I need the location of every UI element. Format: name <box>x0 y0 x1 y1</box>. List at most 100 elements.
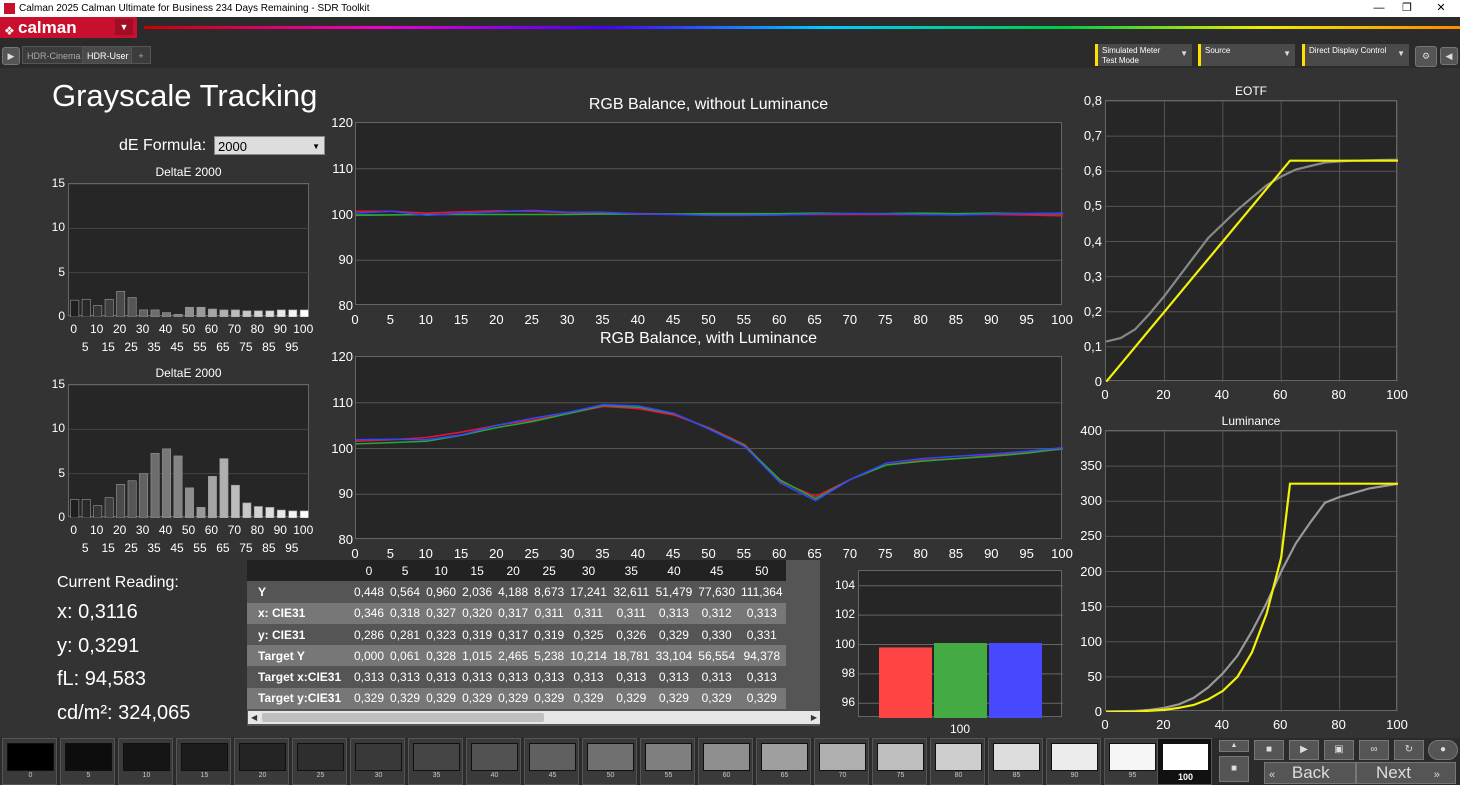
patch-label: 30 <box>374 772 383 779</box>
stop-icon[interactable]: ■ <box>1254 740 1284 760</box>
de-formula-select[interactable]: 2000 ▼ <box>214 136 325 155</box>
y-tick-label: 10 <box>51 220 65 235</box>
chart-title: EOTF <box>1235 84 1267 98</box>
y-tick-label: 0,5 <box>1083 198 1102 214</box>
table-cell: 0,313 <box>652 602 696 624</box>
patch-15[interactable]: 15 <box>176 738 231 785</box>
patch-label: 80 <box>954 772 963 779</box>
stop-patch-icon[interactable]: ■ <box>1219 756 1249 782</box>
bar-30 <box>139 309 149 317</box>
bar-35 <box>150 309 160 317</box>
table-cell: 0,329 <box>652 687 696 710</box>
y-tick-label: 0,1 <box>1083 338 1102 354</box>
logo-dropdown-icon[interactable]: ▼ <box>115 19 133 35</box>
bar-60 <box>208 308 217 317</box>
next-button[interactable]: Next » <box>1356 762 1456 784</box>
record-icon[interactable]: ● <box>1428 740 1458 760</box>
patch-80[interactable]: 80 <box>930 738 985 785</box>
luminance-chart: Luminance 0 50 100 150 200 250 300 350 400 0 20 40 60… <box>1075 414 1420 744</box>
plot-svg <box>859 585 1063 718</box>
bar-85 <box>265 310 275 317</box>
y-tick-label: 110 <box>332 160 353 176</box>
tab-hdr-user[interactable]: HDR-User <box>82 46 134 64</box>
patch-100[interactable]: 100 <box>1157 738 1212 785</box>
table-cell: 0,312 <box>695 602 738 624</box>
patch-65[interactable]: 65 <box>756 738 811 785</box>
scroll-thumb[interactable] <box>262 713 544 722</box>
y-tick-label: 100 <box>331 440 353 456</box>
y-tick-label: 0,6 <box>1083 163 1102 179</box>
patch-85[interactable]: 85 <box>988 738 1043 785</box>
column-header: 10 <box>423 560 460 582</box>
chart-title: Luminance <box>1221 414 1281 428</box>
y-tick-label: 15 <box>51 377 65 391</box>
maximize-icon[interactable]: ❐ <box>1392 0 1422 17</box>
table-cell: 0,329 <box>567 687 610 710</box>
patch-label: 85 <box>1012 772 1021 779</box>
patch-55[interactable]: 55 <box>640 738 695 785</box>
y-tick-label: 104 <box>834 577 855 592</box>
bar-5 <box>81 298 91 317</box>
y-tick-label: 100 <box>331 206 353 222</box>
patch-label: 90 <box>1070 772 1079 779</box>
loop-icon[interactable]: ∞ <box>1359 740 1389 760</box>
scroll-right-icon[interactable]: ▶ <box>811 711 817 724</box>
deltae-chart-1: DeltaE 2000 0 5 10 15 0 10 20 30 40 50 60 70 80 90 100 5… <box>48 165 323 366</box>
patch-0[interactable]: 0 <box>2 738 57 785</box>
patch-90[interactable]: 90 <box>1046 738 1101 785</box>
y-tick-label: 90 <box>338 486 353 502</box>
patch-label: 70 <box>838 772 847 779</box>
series-line-1 <box>1106 159 1398 382</box>
patch-45[interactable]: 45 <box>524 738 579 785</box>
bar-80 <box>253 310 263 317</box>
plot-svg <box>1106 101 1398 382</box>
patch-35[interactable]: 35 <box>408 738 463 785</box>
patch-60[interactable]: 60 <box>698 738 753 785</box>
patch-30[interactable]: 30 <box>350 738 405 785</box>
tab-bar: ▶ HDR-Cinema HDR-User + Simulated Meter … <box>0 38 1460 68</box>
display-control-label: Direct Display Control <box>1309 46 1387 55</box>
tab-hdr-cinema[interactable]: HDR-Cinema <box>22 46 86 64</box>
table-cell: 0,326 <box>609 623 653 646</box>
patch-40[interactable]: 40 <box>466 738 521 785</box>
patch-5[interactable]: 5 <box>60 738 115 785</box>
table-scrollbar[interactable]: ◀ ▶ <box>248 711 820 724</box>
table-cell: 0,313 <box>351 666 388 688</box>
patch-swatch <box>761 743 808 771</box>
display-control-select[interactable]: Direct Display Control ▼ <box>1302 44 1409 66</box>
source-select[interactable]: Source ▼ <box>1198 44 1295 66</box>
panel-collapse-icon[interactable]: ◀ <box>1440 47 1458 65</box>
minimize-icon[interactable]: — <box>1364 0 1394 17</box>
meter-label: Simulated Meter <box>1102 46 1161 55</box>
add-tab-button[interactable]: + <box>131 46 151 64</box>
save-icon[interactable]: ▣ <box>1324 740 1354 760</box>
patch-50[interactable]: 50 <box>582 738 637 785</box>
scroll-left-icon[interactable]: ◀ <box>251 711 257 724</box>
table-cell: 0,313 <box>495 666 532 688</box>
x-tick-label: 20 <box>1156 387 1171 402</box>
tab-scroll-left-icon[interactable]: ▶ <box>2 47 20 65</box>
rgb-bar-chart: 96 98 100 102 104 100 <box>828 560 1068 736</box>
patch-20[interactable]: 20 <box>234 738 289 785</box>
patch-95[interactable]: 95 <box>1104 738 1159 785</box>
play-icon[interactable]: ▶ <box>1289 740 1319 760</box>
patch-10[interactable]: 10 <box>118 738 173 785</box>
reading-cdm2: cd/m²: 324,065 <box>57 702 191 724</box>
back-button[interactable]: « Back <box>1264 762 1356 784</box>
patch-70[interactable]: 70 <box>814 738 869 785</box>
y-tick-label: 0,3 <box>1083 268 1102 284</box>
patch-bar: 0 5 10 15 20 25 30 35 40 45 50 55 60 65 70 75 80 85 90 95 10… <box>0 738 1460 785</box>
x-tick-label: 0 <box>1101 717 1109 732</box>
x-tick-label: 80 <box>1331 717 1346 732</box>
patch-25[interactable]: 25 <box>292 738 347 785</box>
bar-55 <box>196 306 206 317</box>
plot-area <box>68 384 310 518</box>
settings-gear-icon[interactable]: ⚙ <box>1415 46 1437 67</box>
patch-75[interactable]: 75 <box>872 738 927 785</box>
calman-logo[interactable]: ❖ calman ▼ <box>0 17 137 38</box>
meter-select[interactable]: Simulated Meter Test Mode ▼ <box>1095 44 1192 66</box>
close-icon[interactable]: ✕ <box>1426 0 1456 17</box>
bar-50 <box>185 306 194 317</box>
refresh-icon[interactable]: ↻ <box>1394 740 1424 760</box>
eject-icon[interactable]: ▲ <box>1219 740 1249 752</box>
